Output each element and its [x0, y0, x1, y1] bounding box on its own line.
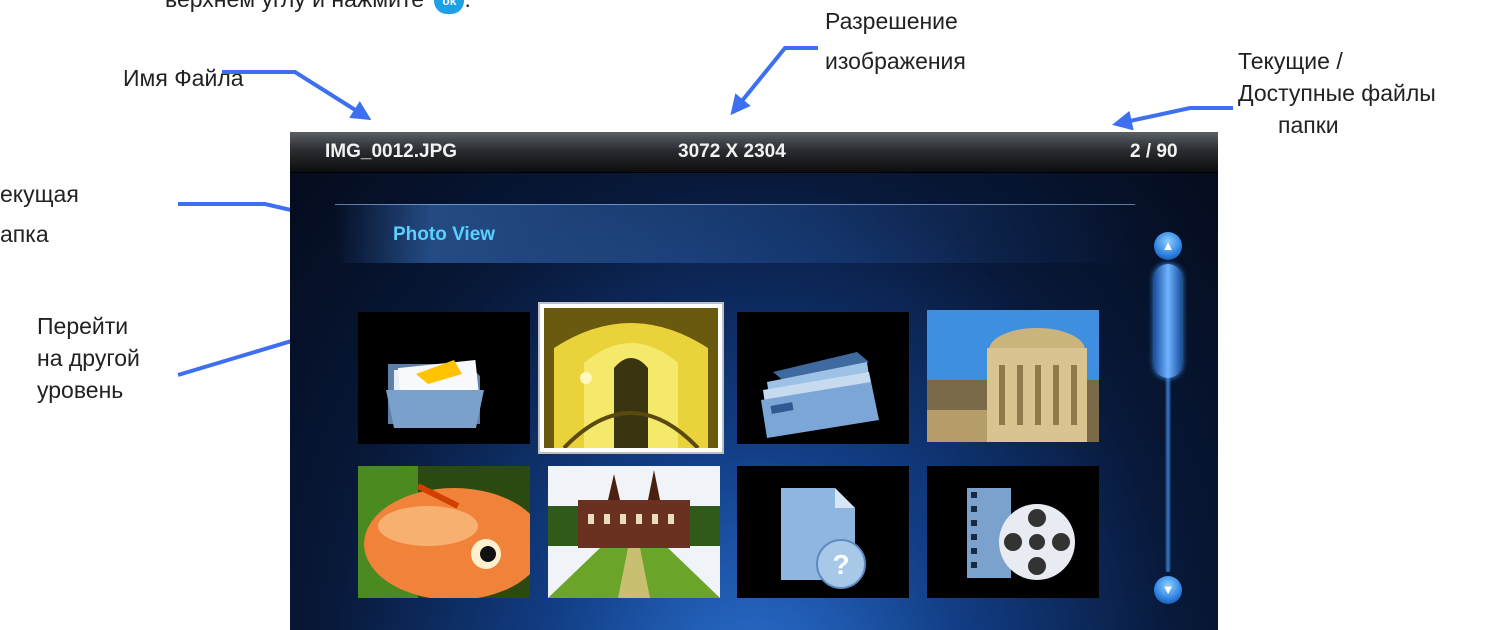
arrow-file-counter [1112, 106, 1233, 131]
status-bar: IMG_0012.JPG 3072 X 2304 2 / 90 [290, 132, 1218, 173]
vertical-scrollbar[interactable]: ▲ ▼ [1154, 232, 1182, 604]
arrow-file-name [222, 70, 372, 121]
scroll-thumb[interactable] [1154, 264, 1182, 378]
video-file-tile[interactable] [927, 466, 1099, 598]
photo-thumbnail-castle [548, 466, 720, 598]
file-name-label: IMG_0012.JPG [325, 141, 458, 162]
arrow-resolution [730, 46, 818, 116]
photo-tile-radcliffe-camera[interactable] [927, 310, 1099, 442]
svg-text:?: ? [832, 549, 849, 580]
triangle-up-icon: ▲ [1161, 238, 1175, 253]
resolution-label: 3072 X 2304 [678, 141, 786, 162]
unknown-file-tile[interactable]: ? [737, 466, 909, 598]
folder-up-tile[interactable] [358, 312, 530, 444]
photo-thumbnail-cathedral [544, 308, 718, 448]
photo-tile-castle[interactable] [548, 466, 720, 598]
folder-tile[interactable] [737, 312, 909, 444]
folder-title: Photo View [393, 224, 496, 245]
film-reel-icon [967, 488, 1075, 580]
photo-frame-screen: IMG_0012.JPG 3072 X 2304 2 / 90 Photo Vi… [290, 132, 1218, 630]
triangle-down-icon: ▼ [1161, 582, 1175, 597]
question-file-icon: ? [781, 488, 866, 589]
photo-thumbnail-fish [358, 466, 530, 598]
scroll-up-button[interactable]: ▲ [1154, 232, 1182, 260]
photo-thumbnail-radcliffe [927, 310, 1099, 442]
folder-open-icon [386, 359, 484, 428]
folder-stack-icon [761, 352, 879, 438]
file-counter-label: 2 / 90 [1130, 141, 1178, 162]
photo-tile-cathedral-interior[interactable] [540, 304, 722, 452]
scroll-down-button[interactable]: ▼ [1154, 576, 1182, 604]
photo-tile-fish[interactable] [358, 466, 530, 598]
